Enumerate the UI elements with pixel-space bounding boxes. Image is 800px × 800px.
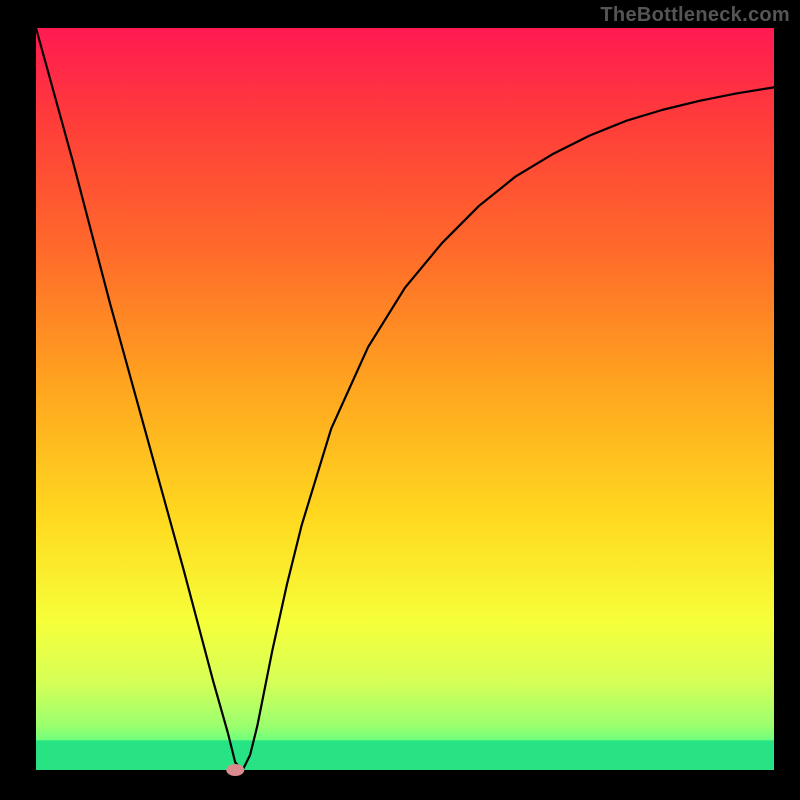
chart-frame: TheBottleneck.com [0, 0, 800, 800]
watermark-text: TheBottleneck.com [600, 4, 790, 27]
chart-svg [0, 0, 800, 800]
plot-area [36, 28, 774, 770]
optimum-marker [226, 764, 244, 776]
green-band [36, 740, 774, 770]
